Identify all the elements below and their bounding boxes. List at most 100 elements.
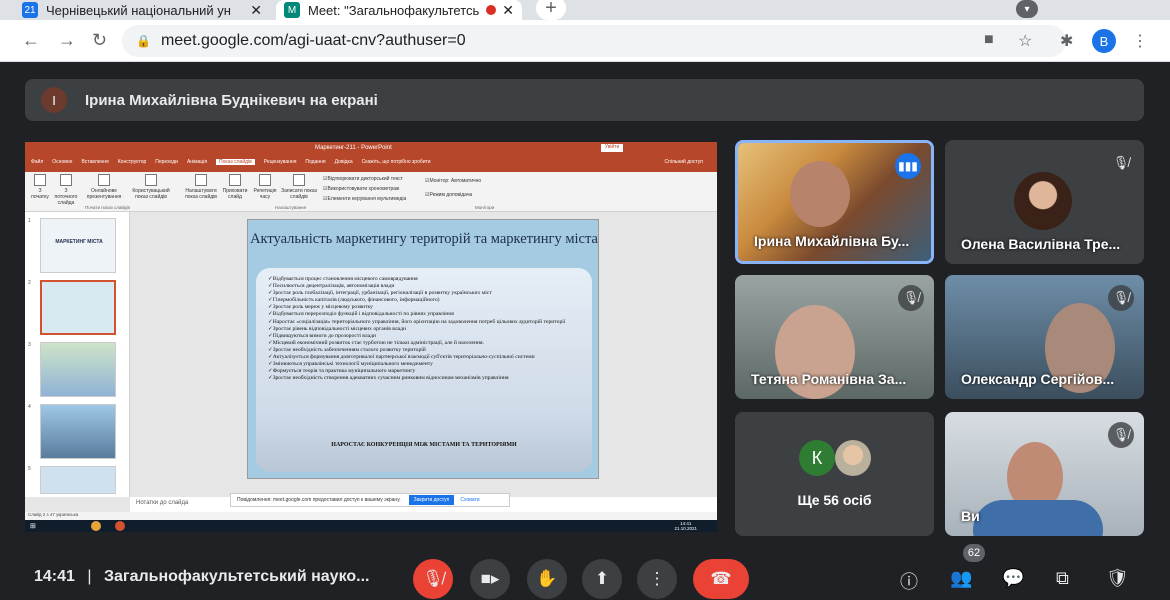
self-tile[interactable]: 🎙︎̸ Ви [945,412,1144,536]
participant-tile-active-speaker[interactable]: ▮▮▮ Ірина Михайлівна Бу... [735,140,934,264]
participants-count-badge: 62 [963,544,985,562]
extensions-icon[interactable]: ✱ [1060,31,1073,51]
mic-off-icon: 🎙︎̸ [422,569,444,588]
participant-face [790,161,850,227]
slide-bullet: Місцевий економічний розвиток стає турбо… [268,340,586,347]
ribbon-tab: Анімація [186,159,208,165]
ribbon-checkbox: Елементи керування мультимедіа [323,196,406,202]
participant-avatar: К [799,440,835,476]
close-tab-icon[interactable]: ✕ [250,2,262,19]
ribbon-tab: Подання [305,159,326,165]
tab-title: Чернівецький національний ун [46,2,231,18]
self-name: Ви [961,508,980,524]
browser-tab-university[interactable]: 21 Чернівецький національний ун ✕ [14,0,270,20]
meeting-time: 14:41 [34,568,75,585]
ribbon-tab: Вставлення [81,159,109,165]
slide-thumbnail [40,466,116,494]
slide-bullet: Підвищуються вимоги до прозорості влади [268,333,586,340]
ribbon-tab: Переходи [155,159,178,165]
slide-bullet: Зростає необхідність створення адекватни… [268,375,586,382]
more-vert-icon: ⋮ [648,569,666,588]
signin-button: Увійти [601,144,623,152]
lock-icon: 🔒 [136,34,151,48]
forward-icon[interactable]: → [58,30,76,51]
camera-toggle-button[interactable]: ■▸ [470,559,510,599]
ribbon-tab: Файл [31,159,44,165]
hide-button: Сховати [460,497,480,503]
presenter-avatar: І [41,87,67,113]
participant-tile[interactable]: 🎙︎̸ Тетяна Романівна За... [735,275,934,399]
end-call-icon: ☎ [710,569,732,588]
ribbon-button: Приховати слайд [221,174,249,200]
thumb-title: МАРКЕТИНГ МІСТА [55,239,103,245]
tab-search-button[interactable]: ▾ [1016,0,1038,18]
thumb-number: 1 [28,218,31,224]
participant-tile[interactable]: 🎙︎̸ Олена Василівна Тре... [945,140,1144,264]
slide-thumbnail [40,342,116,397]
url-text: meet.google.com/agi-uaat-cnv?authuser=0 [160,32,466,49]
host-controls-icon[interactable]: 🛡 [1106,568,1129,589]
browser-tab-meet[interactable]: M Meet: "Загальнофакультетсь ✕ [276,0,522,20]
camera-icon[interactable]: ■ [984,31,994,49]
ribbon-group-label: Налаштування [275,205,307,210]
more-participants-label: Ще 56 осіб [797,492,872,508]
thumb-number: 3 [28,342,31,348]
mic-off-icon: 🎙︎̸ [1108,422,1134,448]
participant-name: Тетяна Романівна За... [751,371,907,387]
calendar-favicon-icon: 21 [22,2,38,18]
slide-bullet: Зростає необхідність забезпеченням стало… [268,347,586,354]
meeting-title: Загальнофакультетський науко... [103,568,370,585]
ribbon-checkbox: Режим доповідача [425,192,472,198]
slide-thumbnail [40,404,116,459]
people-icon[interactable]: 👥 [950,568,972,589]
more-options-button[interactable]: ⋮ [637,559,677,599]
new-tab-button[interactable]: + [536,0,566,20]
leave-call-button[interactable]: ☎ [693,559,749,599]
address-bar[interactable]: 🔒 meet.google.com/agi-uaat-cnv?authuser=… [122,25,1066,57]
separator: | [87,568,92,585]
ribbon-button: Налаштувати показ слайдів [183,174,219,200]
more-participants-tile[interactable]: К Ще 56 осіб [735,412,934,536]
raise-hand-button[interactable]: ✋ [527,559,567,599]
slide-bullet: Змінюються управлінські технології муніц… [268,361,586,368]
slide-content-box: Відбувається процес становлення місцевог… [256,268,592,472]
reload-icon[interactable]: ↻ [92,30,107,51]
shared-screen: Маркетинг-211 - PowerPoint Увійти Файл О… [25,142,717,532]
window-title: Маркетинг-211 - PowerPoint [315,145,392,151]
thumb-number: 2 [28,280,31,286]
presenting-banner: І Ірина Михайлівна Буднікевич на екрані [25,79,1144,121]
profile-avatar[interactable]: B [1092,29,1116,53]
mic-off-icon: 🎙︎̸ [898,285,924,311]
close-tab-icon[interactable]: ✕ [502,2,514,19]
back-icon[interactable]: ← [22,30,40,51]
meet-bottom-bar: 14:41 | Загальнофакультетський науко... … [10,544,1160,600]
activities-icon[interactable]: ⧉ [1056,568,1069,589]
thumb-number: 5 [28,466,31,472]
ribbon-tab: Довідка [334,159,353,165]
slide-thumbnail-selected [40,280,116,335]
mic-toggle-button[interactable]: 🎙︎̸ [413,559,453,599]
chrome-taskbar-icon [91,521,101,531]
windows-start-icon: ⊞ [30,523,36,530]
ribbon-tab: Скажіть, що потрібно зробити [361,159,431,165]
present-screen-button[interactable]: ⬆ [582,559,622,599]
browser-menu-icon[interactable]: ⋮ [1132,31,1148,51]
mic-off-icon: 🎙︎̸ [1108,150,1134,176]
slide-bullet: Відбувається перерозподіл функцій і відп… [268,311,586,318]
powerpoint-body: 1 МАРКЕТИНГ МІСТА 2 3 4 5 Актуальність м… [25,212,717,512]
ribbon-tab: Конструктор [117,159,147,165]
hand-icon: ✋ [536,569,558,588]
meeting-info-icon[interactable]: ⓘ [900,568,918,594]
ribbon-checkbox: Відтворювати дикторський текст [323,176,402,182]
ribbon-tabs: Файл Основне Вставлення Конструктор Пере… [31,159,431,165]
powerpoint-titlebar: Маркетинг-211 - PowerPoint Увійти Файл О… [25,142,717,172]
participant-avatar [835,440,871,476]
meet-favicon-icon: M [284,2,300,18]
bookmark-star-icon[interactable]: ☆ [1018,31,1032,51]
slide-bullet: Відбувається процес становлення місцевог… [268,276,586,283]
participant-name: Олена Василівна Тре... [961,236,1121,252]
ribbon-button: З початку [29,174,51,200]
ribbon-tab-slideshow: Показ слайдів [216,159,255,165]
participant-tile[interactable]: 🎙︎̸ Олександр Сергійов... [945,275,1144,399]
chat-icon[interactable]: 💬 [1002,568,1024,589]
